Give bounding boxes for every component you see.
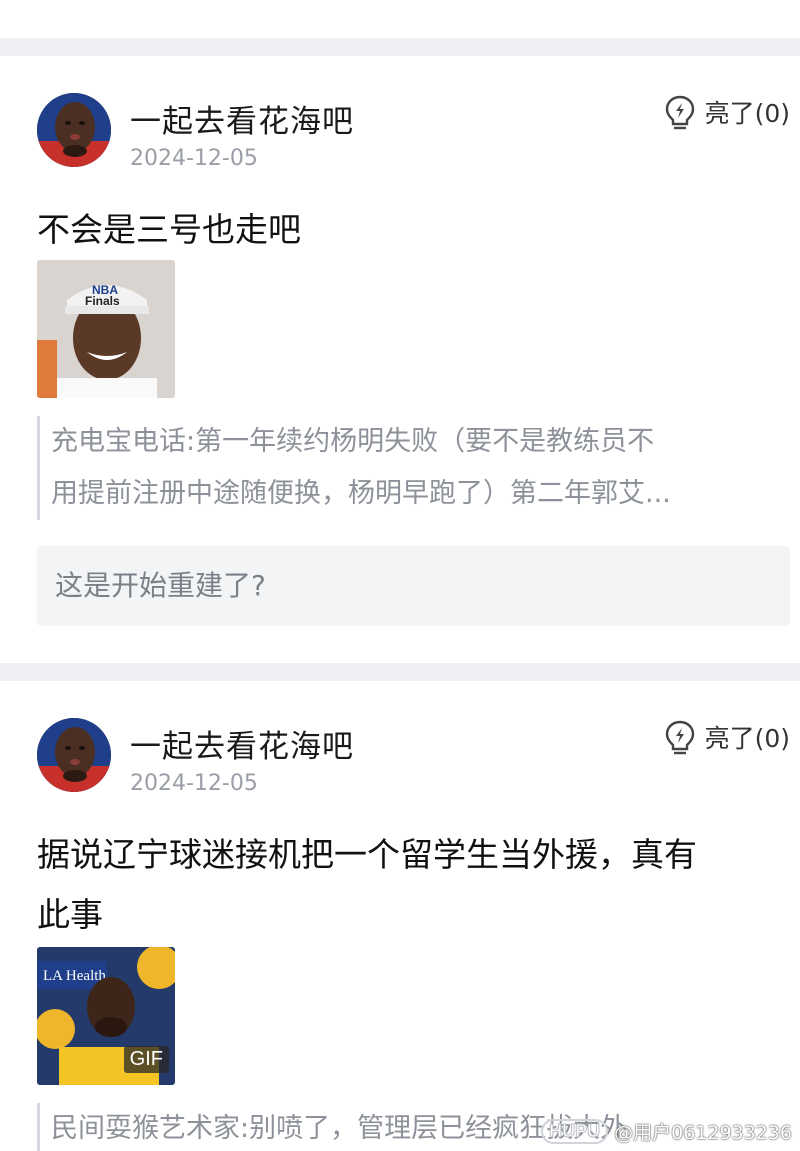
quote-line: 充电宝电话:第一年续约杨明失败（要不是教练员不 — [51, 426, 655, 457]
post-date: 2024-12-05 — [130, 146, 258, 171]
previous-post-tail — [0, 0, 800, 38]
like-button[interactable]: 亮了(0) — [663, 94, 790, 130]
username[interactable]: 一起去看花海吧 — [130, 721, 354, 766]
post-divider — [0, 663, 800, 681]
post-image[interactable]: LA Health GIF — [37, 947, 175, 1085]
hupu-logo: HUPU — [541, 1119, 609, 1144]
avatar[interactable] — [37, 718, 111, 792]
watermark: HUPU @用户0612933236 — [541, 1118, 792, 1145]
post-card[interactable]: 一起去看花海吧 2024-12-05 亮了(0) 不会是三号也走吧 NBA Fi… — [0, 56, 800, 663]
post-text: 据说辽宁球迷接机把一个留学生当外援，真有 此事 — [37, 825, 777, 945]
lightbulb-bolt-icon — [665, 720, 694, 755]
like-count-label: 亮了(0) — [704, 99, 790, 128]
like-button[interactable]: 亮了(0) — [663, 719, 790, 755]
watermark-user: @用户0612933236 — [614, 1122, 792, 1144]
username[interactable]: 一起去看花海吧 — [130, 96, 354, 141]
post-text: 不会是三号也走吧 — [37, 210, 301, 249]
svg-text:Finals: Finals — [85, 294, 120, 308]
post-text-line: 此事 — [37, 895, 103, 934]
post-date: 2024-12-05 — [130, 771, 258, 796]
post-image[interactable]: NBA Finals — [37, 260, 175, 398]
post-text-line: 据说辽宁球迷接机把一个留学生当外援，真有 — [37, 835, 697, 874]
like-count-label: 亮了(0) — [704, 724, 790, 753]
quote-line: 用提前注册中途随便换，杨明早跑了）第二年郭艾... — [51, 478, 671, 509]
post-divider — [0, 38, 800, 56]
quoted-comment[interactable]: 充电宝电话:第一年续约杨明失败（要不是教练员不 用提前注册中途随便换，杨明早跑了… — [37, 416, 787, 520]
avatar[interactable] — [37, 93, 111, 167]
reply-box[interactable]: 这是开始重建了? — [37, 546, 790, 626]
svg-text:LA Health: LA Health — [43, 968, 106, 984]
post-card[interactable]: 一起去看花海吧 2024-12-05 亮了(0) 据说辽宁球迷接机把一个留学生当… — [0, 681, 800, 1151]
lightbulb-bolt-icon — [665, 95, 694, 130]
gif-badge: GIF — [123, 1046, 169, 1073]
